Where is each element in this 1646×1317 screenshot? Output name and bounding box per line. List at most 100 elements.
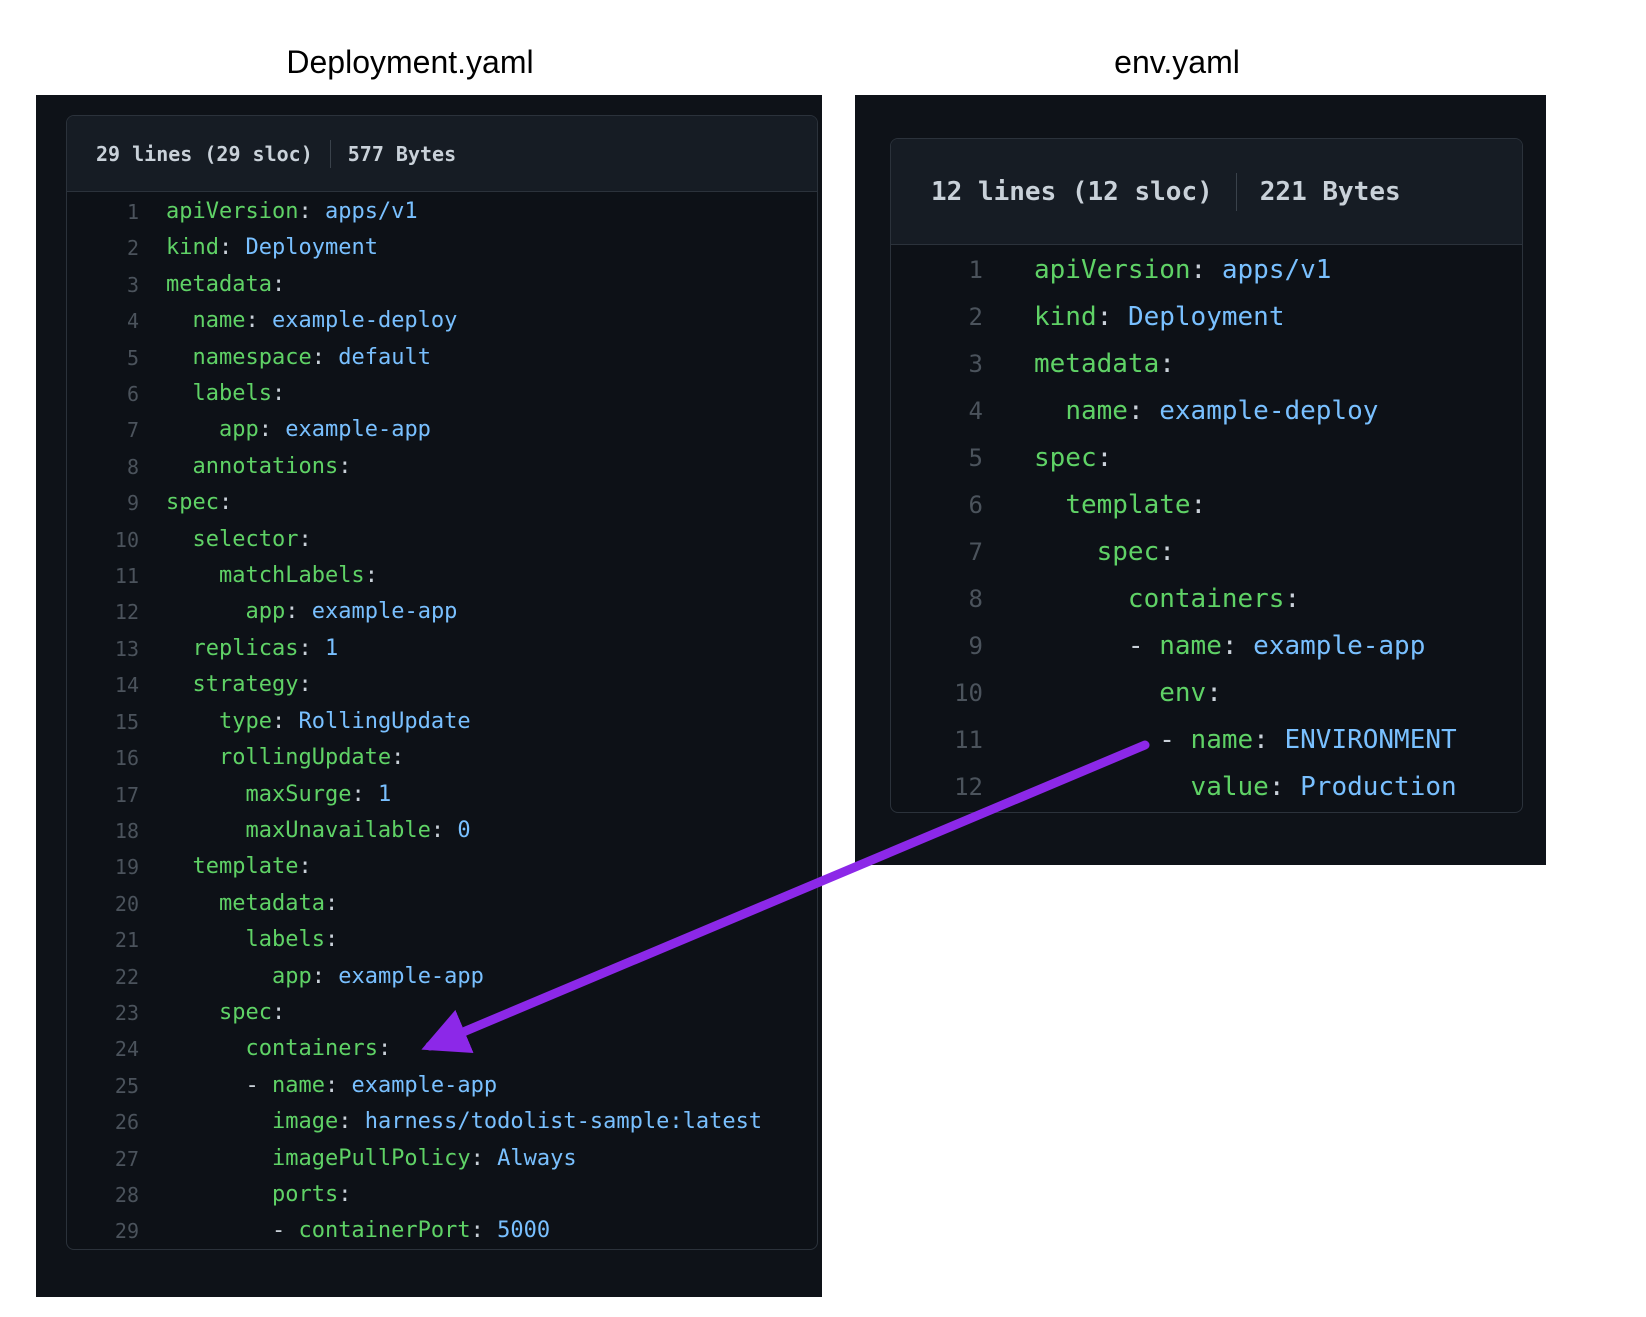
code-text: strategy:	[139, 667, 312, 703]
line-number[interactable]: 1	[891, 247, 983, 294]
code-line: 8 annotations:	[67, 449, 817, 485]
yaml-punctuation: :	[338, 1182, 351, 1207]
deployment-yaml-panel: 29 lines (29 sloc) 577 Bytes 1apiVersion…	[36, 95, 822, 1297]
line-number[interactable]: 9	[67, 485, 139, 521]
yaml-punctuation	[166, 1146, 272, 1171]
yaml-punctuation: :	[431, 818, 458, 843]
yaml-punctuation	[1034, 678, 1159, 708]
line-number[interactable]: 11	[67, 558, 139, 594]
code-text: kind: Deployment	[983, 294, 1284, 341]
yaml-punctuation	[166, 891, 219, 916]
code-line: 15 type: RollingUpdate	[67, 704, 817, 740]
code-text: spec:	[983, 435, 1112, 482]
line-number[interactable]: 4	[891, 388, 983, 435]
yaml-key: template	[1065, 490, 1190, 520]
line-number[interactable]: 17	[67, 777, 139, 813]
line-number[interactable]: 7	[891, 529, 983, 576]
line-number[interactable]: 6	[67, 376, 139, 412]
yaml-key: env	[1159, 678, 1206, 708]
line-number[interactable]: 15	[67, 704, 139, 740]
code-text: labels:	[139, 922, 338, 958]
code-text: metadata:	[139, 267, 285, 303]
line-number[interactable]: 10	[891, 670, 983, 717]
yaml-key: image	[272, 1109, 338, 1134]
line-number[interactable]: 13	[67, 631, 139, 667]
line-number[interactable]: 19	[67, 849, 139, 885]
line-number[interactable]: 3	[891, 341, 983, 388]
yaml-value: 5000	[497, 1218, 550, 1243]
code-line: 4 name: example-deploy	[891, 388, 1522, 435]
line-number[interactable]: 24	[67, 1031, 139, 1067]
code-line: 7 spec:	[891, 529, 1522, 576]
line-number[interactable]: 3	[67, 267, 139, 303]
line-number[interactable]: 5	[67, 340, 139, 376]
code-line: 27 imagePullPolicy: Always	[67, 1141, 817, 1177]
yaml-punctuation: :	[471, 1146, 498, 1171]
yaml-key: strategy	[193, 672, 299, 697]
yaml-key: apiVersion	[166, 199, 298, 224]
line-number[interactable]: 11	[891, 717, 983, 764]
line-number[interactable]: 23	[67, 995, 139, 1031]
code-line: 10 env:	[891, 670, 1522, 717]
line-number[interactable]: 20	[67, 886, 139, 922]
yaml-punctuation	[166, 927, 245, 952]
header-divider	[330, 140, 331, 168]
line-number[interactable]: 1	[67, 194, 139, 230]
code-text: apiVersion: apps/v1	[983, 247, 1331, 294]
line-number[interactable]: 25	[67, 1068, 139, 1104]
line-number[interactable]: 2	[67, 230, 139, 266]
yaml-value: ENVIRONMENT	[1284, 725, 1456, 755]
line-number[interactable]: 7	[67, 412, 139, 448]
line-number[interactable]: 4	[67, 303, 139, 339]
code-text: template:	[983, 482, 1206, 529]
line-number[interactable]: 12	[891, 764, 983, 811]
yaml-value: 1	[325, 636, 338, 661]
yaml-value: Deployment	[1128, 302, 1285, 332]
yaml-value: apps/v1	[325, 199, 418, 224]
right-file-title: env.yaml	[1040, 44, 1314, 80]
line-number[interactable]: 16	[67, 740, 139, 776]
code-text: labels:	[139, 376, 285, 412]
yaml-punctuation: :	[272, 272, 285, 297]
code-text: env:	[983, 670, 1222, 717]
yaml-punctuation: :	[312, 964, 339, 989]
file-lines-count: 12 lines (12 sloc)	[931, 177, 1213, 207]
line-number[interactable]: 12	[67, 594, 139, 630]
yaml-key: kind	[1034, 302, 1097, 332]
line-number[interactable]: 8	[67, 449, 139, 485]
line-number[interactable]: 29	[67, 1213, 139, 1249]
file-meta-header: 12 lines (12 sloc) 221 Bytes	[891, 139, 1522, 245]
yaml-punctuation: :	[365, 563, 378, 588]
code-line: 9 - name: example-app	[891, 623, 1522, 670]
line-number[interactable]: 26	[67, 1104, 139, 1140]
line-number[interactable]: 6	[891, 482, 983, 529]
yaml-key: app	[272, 964, 312, 989]
yaml-punctuation: :	[272, 709, 299, 734]
yaml-punctuation: :	[298, 527, 311, 552]
left-file-title: Deployment.yaml	[240, 44, 580, 80]
code-line: 16 rollingUpdate:	[67, 740, 817, 776]
yaml-punctuation	[166, 1182, 272, 1207]
line-number[interactable]: 14	[67, 667, 139, 703]
line-number[interactable]: 22	[67, 959, 139, 995]
line-number[interactable]: 21	[67, 922, 139, 958]
line-number[interactable]: 28	[67, 1177, 139, 1213]
line-number[interactable]: 8	[891, 576, 983, 623]
line-number[interactable]: 10	[67, 522, 139, 558]
code-line: 5 namespace: default	[67, 340, 817, 376]
code-text: imagePullPolicy: Always	[139, 1141, 577, 1177]
code-line: 6 labels:	[67, 376, 817, 412]
yaml-punctuation: :	[325, 927, 338, 952]
yaml-key: metadata	[219, 891, 325, 916]
yaml-punctuation	[166, 854, 193, 879]
line-number[interactable]: 18	[67, 813, 139, 849]
line-number[interactable]: 2	[891, 294, 983, 341]
code-text: app: example-app	[139, 594, 457, 630]
yaml-punctuation	[166, 527, 193, 552]
code-text: annotations:	[139, 449, 351, 485]
line-number[interactable]: 9	[891, 623, 983, 670]
code-line: 14 strategy:	[67, 667, 817, 703]
line-number[interactable]: 27	[67, 1141, 139, 1177]
line-number[interactable]: 5	[891, 435, 983, 482]
code-text: app: example-app	[139, 412, 431, 448]
